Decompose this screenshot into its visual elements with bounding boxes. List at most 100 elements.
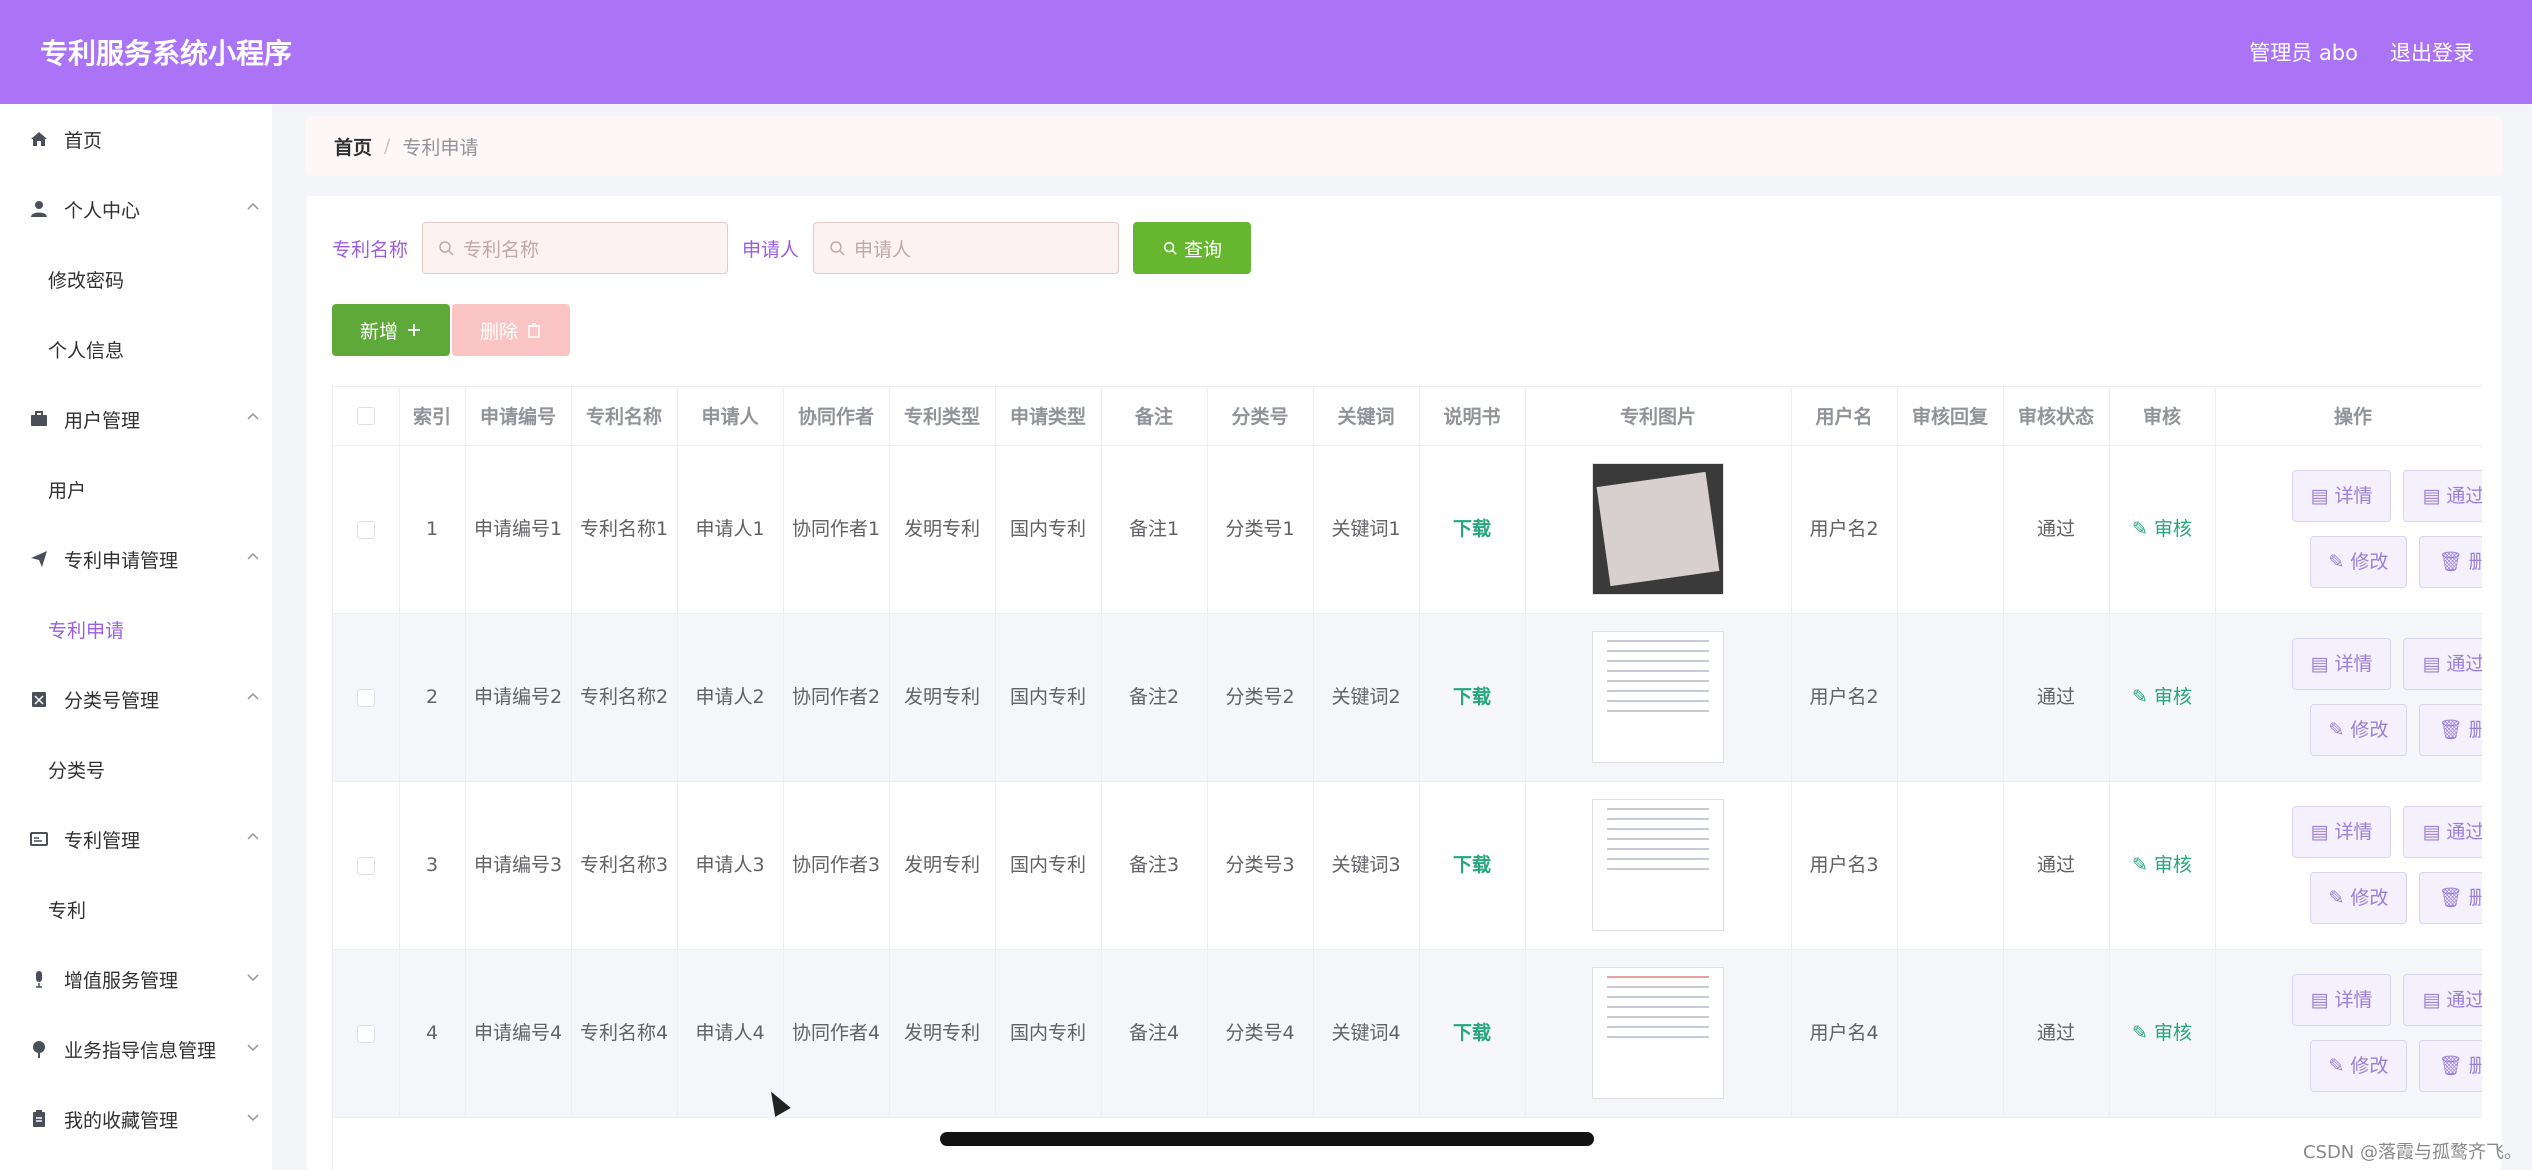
chevron-up-icon[interactable] <box>246 200 260 214</box>
cell-status: 通过 <box>2003 613 2110 782</box>
audit-link[interactable]: ✎ 审核 <box>2132 1022 2192 1044</box>
download-link[interactable]: 下载 <box>1453 854 1491 876</box>
sidebar-item-patent-application[interactable]: 专利申请 <box>0 594 272 664</box>
delete-button[interactable]: 删除 <box>452 304 570 356</box>
sidebar-item-value-added-mgmt[interactable]: 增值服务管理 <box>0 944 272 1014</box>
cell-image <box>1525 445 1792 614</box>
chevron-up-icon[interactable] <box>246 690 260 704</box>
pass-button[interactable]: ▤ 通过 <box>2403 470 2482 522</box>
delete-row-button[interactable]: 🗑删 <box>2419 536 2482 588</box>
cell-coauthor: 协同作者4 <box>783 949 890 1118</box>
patent-image[interactable] <box>1592 631 1724 763</box>
col-header: 索引 <box>399 387 466 446</box>
cell-index: 4 <box>399 949 466 1118</box>
table-row: 2 申请编号2 专利名称2 申请人2 协同作者2 发明专利 国内专利 备注2 分… <box>333 613 2482 782</box>
audit-link[interactable]: ✎ 审核 <box>2132 686 2192 708</box>
sidebar-item-change-password[interactable]: 修改密码 <box>0 244 272 314</box>
edit-button[interactable]: ✎ 修改 <box>2309 536 2408 588</box>
cell-doc: 下载 <box>1419 781 1526 950</box>
cell-note: 备注3 <box>1101 781 1208 950</box>
pass-button[interactable]: ▤ 通过 <box>2403 974 2482 1026</box>
audit-link[interactable]: ✎ 审核 <box>2132 518 2192 540</box>
download-link[interactable]: 下载 <box>1453 1022 1491 1044</box>
detail-button[interactable]: ▤ 详情 <box>2291 974 2392 1026</box>
sidebar-item-personal-center[interactable]: 个人中心 <box>0 174 272 244</box>
col-header: 说明书 <box>1419 387 1526 446</box>
applicant-placeholder: 申请人 <box>854 238 912 261</box>
download-link[interactable]: 下载 <box>1453 686 1491 708</box>
sidebar-item-user-mgmt[interactable]: 用户管理 <box>0 384 272 454</box>
query-button[interactable]: 查询 <box>1133 222 1252 274</box>
add-button[interactable]: 新增 <box>332 304 450 356</box>
select-all-header[interactable] <box>333 387 400 446</box>
patent-image[interactable] <box>1592 463 1724 595</box>
chevron-down-icon[interactable] <box>246 1040 260 1054</box>
patent-image[interactable] <box>1592 967 1724 1099</box>
sidebar-item-label: 用户管理 <box>64 409 141 432</box>
pin-icon <box>28 1038 50 1060</box>
row-checkbox[interactable] <box>356 520 375 539</box>
sidebar-item-patent-mgmt[interactable]: 专利管理 <box>0 804 272 874</box>
edit-button[interactable]: ✎ 修改 <box>2309 872 2408 924</box>
chevron-up-icon[interactable] <box>246 550 260 564</box>
delete-row-button[interactable]: 🗑删 <box>2419 872 2482 924</box>
sidebar-item-classification[interactable]: 分类号 <box>0 734 272 804</box>
delete-row-button[interactable]: 🗑删 <box>2419 1040 2482 1092</box>
sidebar-item-profile[interactable]: 个人信息 <box>0 314 272 384</box>
trash-icon: 🗑 <box>2438 887 2463 909</box>
sidebar-item-label: 业务指导信息管理 <box>64 1039 217 1062</box>
chevron-down-icon[interactable] <box>246 1110 260 1124</box>
sidebar-item-patents[interactable]: 专利 <box>0 874 272 944</box>
chevron-up-icon[interactable] <box>246 830 260 844</box>
pass-button[interactable]: ▤ 通过 <box>2403 806 2482 858</box>
delete-row-button[interactable]: 🗑删 <box>2419 704 2482 756</box>
add-button-label: 新增 <box>359 320 398 343</box>
breadcrumb-home[interactable]: 首页 <box>334 133 372 160</box>
sidebar-item-users[interactable]: 用户 <box>0 454 272 524</box>
cell-audit: ✎ 审核 <box>2109 613 2216 782</box>
cell-image <box>1525 781 1792 950</box>
sidebar-item-guidance-mgmt[interactable]: 业务指导信息管理 <box>0 1014 272 1084</box>
sidebar-item-favorites-mgmt[interactable]: 我的收藏管理 <box>0 1084 272 1154</box>
cell-app-no: 申请编号1 <box>465 445 572 614</box>
row-checkbox[interactable] <box>356 856 375 875</box>
detail-button[interactable]: ▤ 详情 <box>2291 638 2392 690</box>
edit-icon: ✎ <box>2328 887 2345 909</box>
chevron-down-icon[interactable] <box>246 970 260 984</box>
pass-label: 通过 <box>2446 989 2482 1011</box>
delete-label: 删 <box>2469 547 2482 577</box>
logout-link[interactable]: 退出登录 <box>2390 37 2474 67</box>
trash-icon <box>528 323 540 338</box>
cell-applicant: 申请人2 <box>677 613 784 782</box>
trash-icon: 🗑 <box>2438 551 2463 573</box>
cell-patent-name: 专利名称2 <box>571 613 678 782</box>
download-link[interactable]: 下载 <box>1453 518 1491 540</box>
horizontal-scrollbar[interactable] <box>940 1132 1594 1146</box>
trash-icon: 🗑 <box>2438 719 2463 741</box>
sidebar-item-patent-application-mgmt[interactable]: 专利申请管理 <box>0 524 272 594</box>
select-all-checkbox[interactable] <box>356 407 375 426</box>
sidebar-item-home[interactable]: 首页 <box>0 104 272 174</box>
applicant-input[interactable]: 申请人 <box>813 222 1120 274</box>
search-icon <box>439 241 454 256</box>
row-checkbox[interactable] <box>356 688 375 707</box>
edit-button[interactable]: ✎ 修改 <box>2309 704 2408 756</box>
pass-button[interactable]: ▤ 通过 <box>2403 638 2482 690</box>
col-header: 协同作者 <box>783 387 890 446</box>
chevron-up-icon[interactable] <box>246 410 260 424</box>
edit-button[interactable]: ✎ 修改 <box>2309 1040 2408 1092</box>
sidebar-item-classification-mgmt[interactable]: 分类号管理 <box>0 664 272 734</box>
cell-username: 用户名4 <box>1791 949 1898 1118</box>
detail-button[interactable]: ▤ 详情 <box>2291 806 2392 858</box>
patent-name-input[interactable]: 专利名称 <box>422 222 729 274</box>
doc-icon: ▤ <box>2422 821 2441 843</box>
audit-link[interactable]: ✎ 审核 <box>2132 854 2192 876</box>
cell-app-no: 申请编号3 <box>465 781 572 950</box>
search-icon <box>830 241 845 256</box>
admin-name[interactable]: 管理员 abo <box>2249 37 2358 67</box>
patent-image[interactable] <box>1592 799 1724 931</box>
cell-doc: 下载 <box>1419 613 1526 782</box>
row-checkbox[interactable] <box>356 1024 375 1043</box>
detail-button[interactable]: ▤ 详情 <box>2291 470 2392 522</box>
delete-label: 删 <box>2469 883 2482 913</box>
